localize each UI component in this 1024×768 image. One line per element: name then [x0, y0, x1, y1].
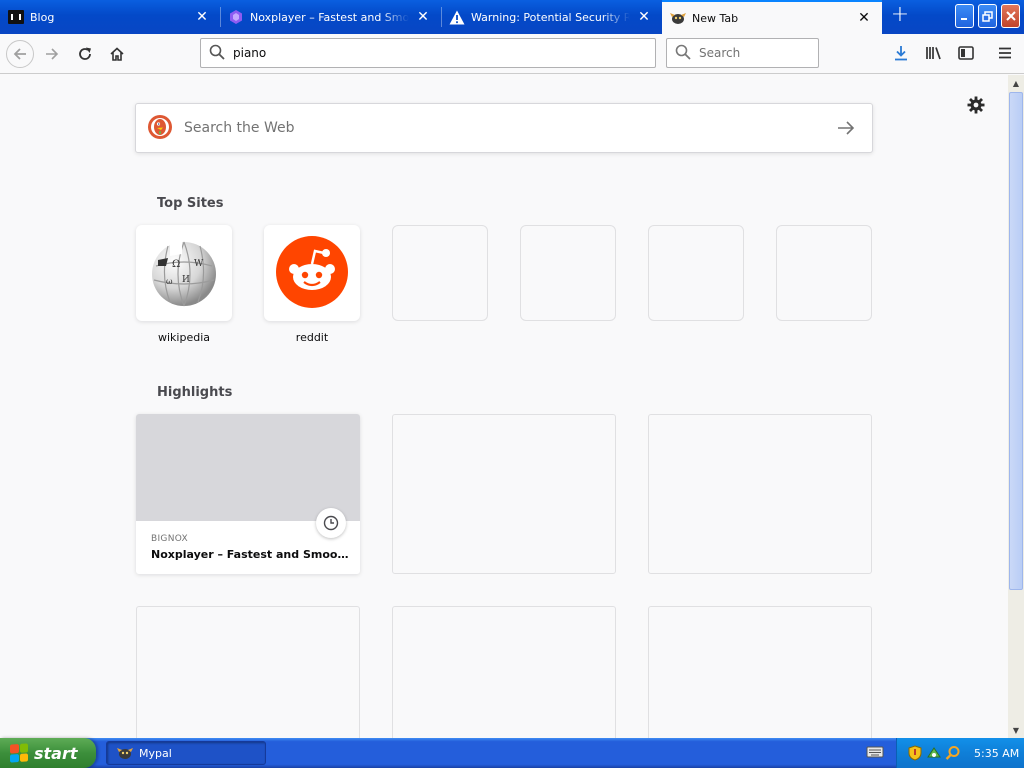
highlight-placeholder — [392, 414, 616, 574]
top-site-label: reddit — [295, 331, 329, 344]
url-bar[interactable] — [200, 38, 656, 68]
sidebar-toggle-icon[interactable] — [956, 43, 976, 63]
blog-favicon-icon — [8, 9, 24, 25]
system-tray: 5:35 AM — [896, 738, 1024, 768]
close-tab-icon[interactable]: ✕ — [415, 9, 431, 25]
back-button[interactable] — [6, 40, 34, 68]
highlight-placeholder — [136, 606, 360, 738]
tab-strip: Blog ✕ Noxplayer – Fastest and Smoothest… — [0, 0, 1024, 34]
scroll-up-arrow-icon[interactable]: ▲ — [1008, 75, 1024, 91]
tab-security-warning[interactable]: Warning: Potential Security Risk Ahead ✕ — [441, 0, 662, 34]
mypal-icon — [117, 746, 133, 760]
highlights-heading: Highlights — [157, 385, 233, 400]
highlight-placeholder — [392, 606, 616, 738]
library-icon[interactable] — [924, 43, 944, 63]
gear-icon[interactable] — [966, 95, 986, 115]
tab-title: Warning: Potential Security Risk Ahead — [471, 10, 630, 24]
search-icon — [675, 44, 691, 63]
web-search-box[interactable] — [135, 103, 873, 153]
search-tray-icon[interactable] — [945, 745, 961, 761]
highlight-card[interactable]: BIGNOX Noxplayer – Fastest and Smooth... — [136, 414, 360, 574]
start-button[interactable]: start — [0, 738, 96, 768]
reddit-logo-icon — [276, 235, 348, 311]
close-tab-icon[interactable]: ✕ — [194, 9, 210, 25]
scrollbar-thumb[interactable] — [1009, 92, 1023, 590]
wikipedia-logo-icon: Ω W И ω — [148, 236, 220, 311]
taskbar-item-label: Mypal — [139, 746, 172, 760]
forward-button[interactable] — [38, 40, 66, 68]
top-site-placeholder — [392, 225, 488, 321]
navigation-toolbar — [0, 34, 1024, 74]
mypal-favicon-icon — [670, 10, 686, 26]
highlight-thumbnail — [136, 414, 360, 521]
new-tab-button[interactable]: + — [888, 4, 912, 28]
top-site-placeholder — [648, 225, 744, 321]
svg-text:Ω: Ω — [172, 259, 180, 270]
svg-text:ω: ω — [166, 277, 173, 286]
url-input[interactable] — [231, 45, 655, 61]
downloads-icon[interactable] — [891, 43, 911, 63]
arrow-right-icon[interactable] — [826, 108, 866, 148]
web-search-input[interactable] — [182, 119, 826, 137]
security-shield-icon[interactable] — [907, 745, 923, 761]
top-site-placeholder — [776, 225, 872, 321]
restore-button[interactable] — [978, 4, 997, 28]
svg-text:И: И — [182, 275, 190, 285]
taskbar-item-mypal[interactable]: Mypal — [106, 741, 266, 765]
keyboard-icon[interactable] — [866, 745, 884, 762]
scroll-down-arrow-icon[interactable]: ▼ — [1008, 722, 1024, 738]
search-input[interactable] — [697, 45, 818, 61]
taskbar: start Mypal 5:35 AM — [0, 738, 1024, 768]
close-tab-icon[interactable]: ✕ — [636, 9, 652, 25]
search-bar[interactable] — [666, 38, 819, 68]
windows-logo-icon — [10, 743, 28, 763]
top-site-placeholder — [520, 225, 616, 321]
clock-icon — [316, 508, 346, 538]
top-site-label: wikipedia — [157, 331, 210, 344]
vertical-scrollbar[interactable]: ▲ ▼ — [1008, 75, 1024, 738]
top-site-wikipedia[interactable]: Ω W И ω — [136, 225, 232, 321]
warning-icon — [449, 9, 465, 25]
highlight-placeholder — [648, 414, 872, 574]
tab-title: Noxplayer – Fastest and Smoothest Androi… — [250, 10, 409, 24]
tab-title: New Tab — [692, 11, 739, 25]
tab-blog[interactable]: Blog ✕ — [0, 0, 220, 34]
clock-time: 5:35 AM — [974, 746, 1020, 760]
noxplayer-favicon-icon — [228, 9, 244, 25]
top-sites-heading: Top Sites — [157, 196, 224, 211]
highlight-title: Noxplayer – Fastest and Smooth... — [151, 548, 351, 561]
search-icon — [209, 44, 225, 63]
network-icon[interactable] — [926, 745, 942, 761]
menu-icon[interactable] — [995, 43, 1015, 63]
close-window-button[interactable] — [1001, 4, 1020, 28]
highlight-source: BIGNOX — [151, 534, 189, 544]
top-site-reddit[interactable] — [264, 225, 360, 321]
minimize-button[interactable] — [955, 4, 974, 28]
duckduckgo-logo-icon — [148, 114, 172, 142]
start-label: start — [34, 743, 78, 763]
svg-text:W: W — [194, 259, 204, 269]
highlight-placeholder — [648, 606, 872, 738]
reload-button[interactable] — [71, 40, 99, 68]
tab-noxplayer[interactable]: Noxplayer – Fastest and Smoothest Androi… — [220, 0, 441, 34]
tab-title: Blog — [30, 10, 55, 24]
close-tab-icon[interactable]: ✕ — [856, 10, 872, 26]
tab-new-tab[interactable]: New Tab ✕ — [662, 0, 882, 34]
new-tab-page: Top Sites Ω W И ω wi — [0, 75, 1008, 738]
home-button[interactable] — [103, 40, 131, 68]
